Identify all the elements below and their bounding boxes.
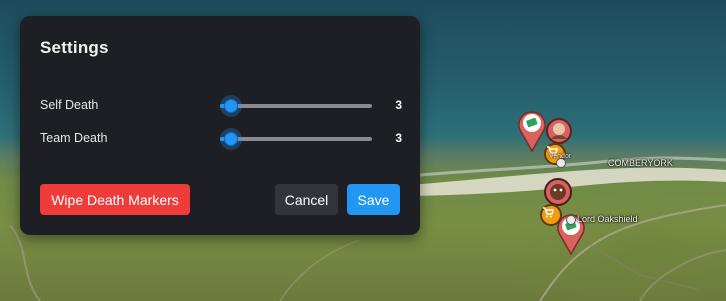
- slider-thumb[interactable]: [223, 132, 238, 146]
- player-portrait-icon[interactable]: [545, 117, 573, 145]
- self-death-row: Self Death 3: [40, 96, 402, 116]
- map-label-lord-oakshield: Lord Oakshield: [577, 214, 638, 224]
- team-death-slider[interactable]: [220, 129, 372, 149]
- wipe-death-markers-button[interactable]: Wipe Death Markers: [40, 184, 190, 215]
- slider-thumb[interactable]: [223, 99, 238, 113]
- money-marker-icon[interactable]: [517, 108, 547, 152]
- slider-track: [220, 137, 372, 141]
- beaver-marker-icon[interactable]: [543, 177, 573, 207]
- self-death-label: Self Death: [40, 98, 99, 112]
- team-death-row: Team Death 3: [40, 129, 402, 149]
- team-death-label: Team Death: [40, 131, 108, 145]
- self-death-value: 3: [395, 98, 402, 112]
- save-button[interactable]: Save: [347, 184, 400, 215]
- map-label-comberyork: COMBERYORK: [608, 158, 673, 168]
- map-label-vendor: Vendor: [549, 153, 572, 160]
- settings-modal: Settings Self Death 3 Team Death 3 Wipe …: [20, 16, 420, 235]
- cancel-button[interactable]: Cancel: [275, 184, 338, 215]
- player-dot-icon: [566, 215, 576, 225]
- team-death-value: 3: [395, 131, 402, 145]
- modal-title: Settings: [40, 38, 109, 57]
- slider-track: [220, 104, 372, 108]
- self-death-slider[interactable]: [220, 96, 372, 116]
